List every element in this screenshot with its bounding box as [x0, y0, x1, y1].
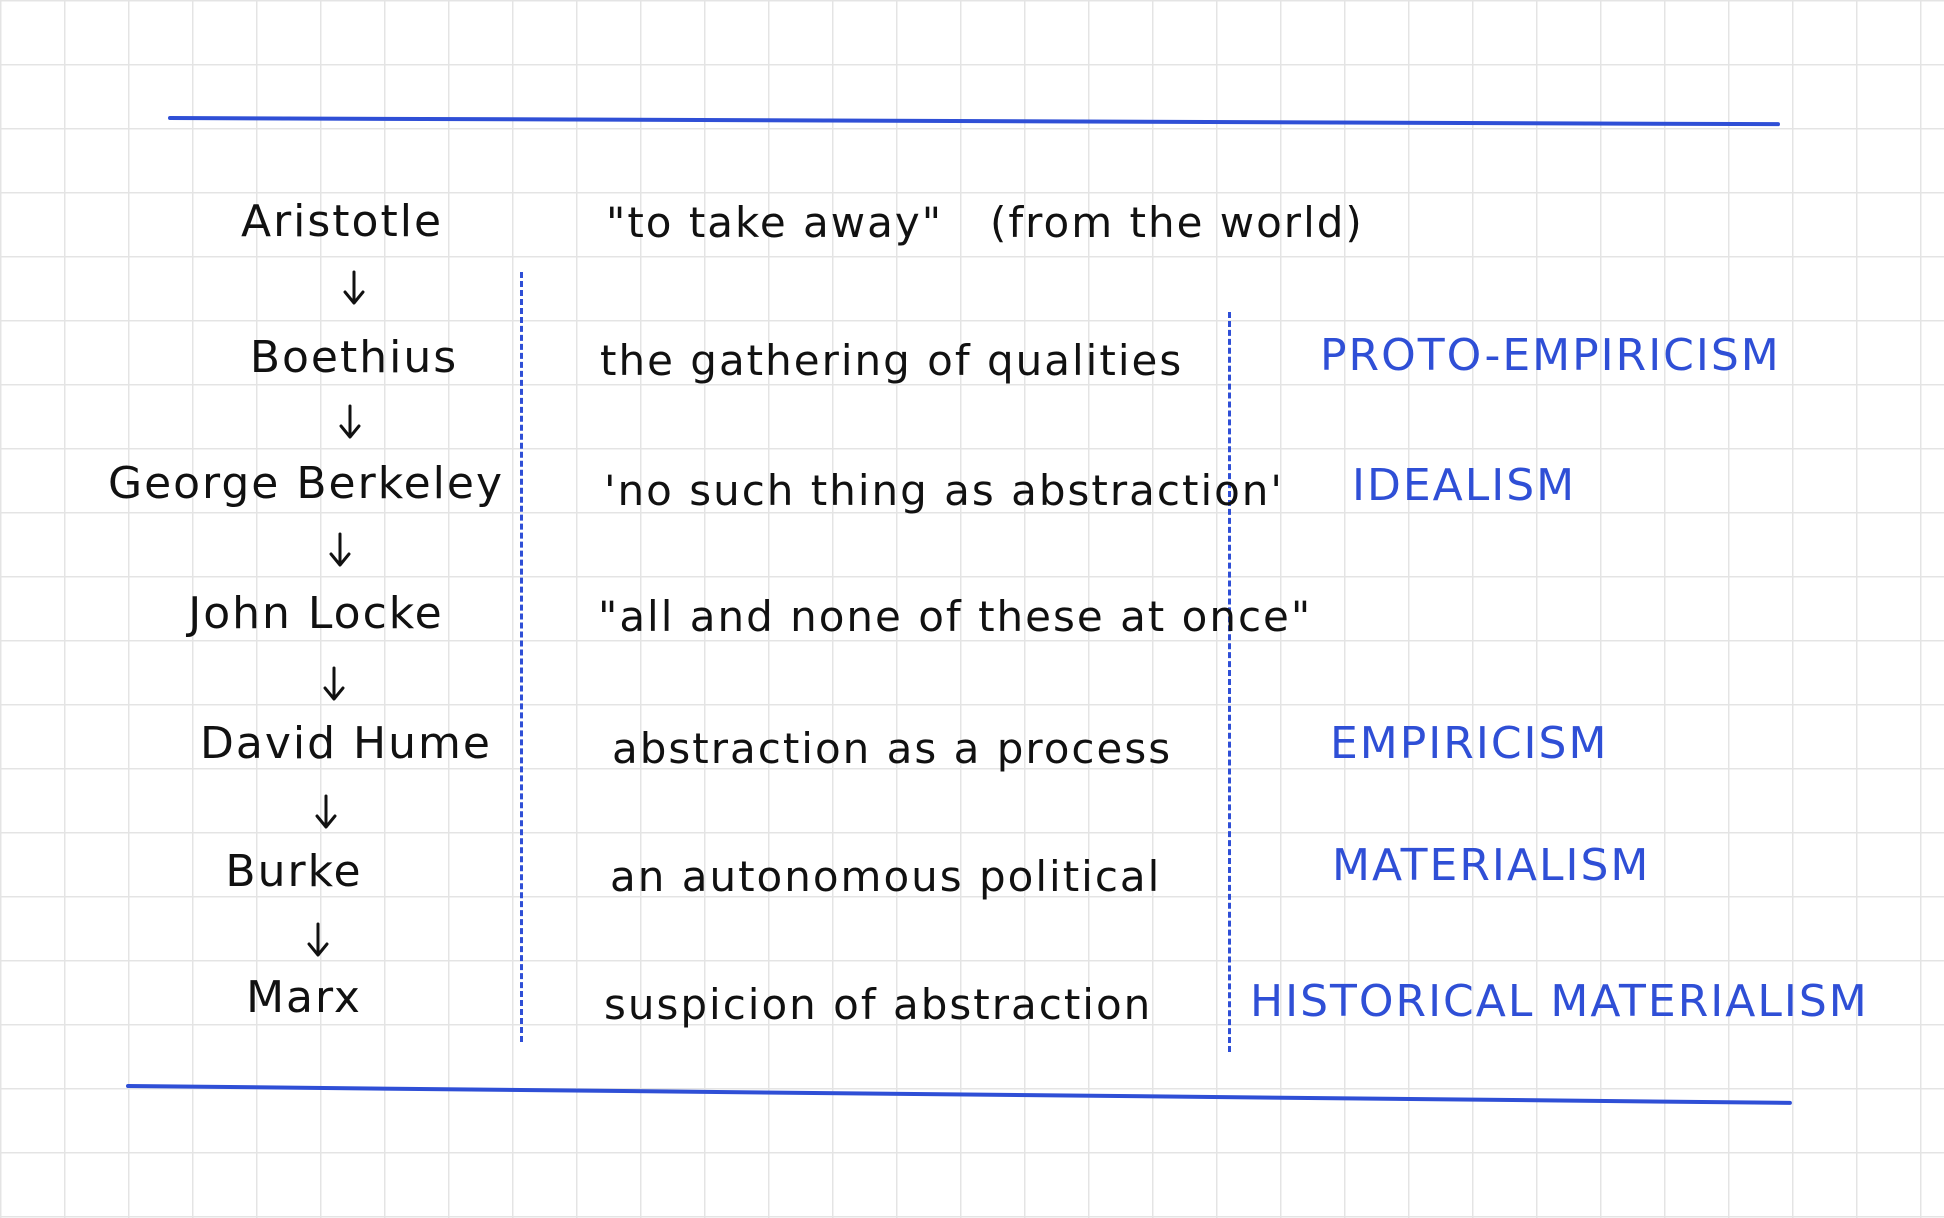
- philosopher-name: David Hume: [200, 718, 492, 769]
- note-row-1-aside: (from the world): [990, 198, 1364, 247]
- notebook-page: Aristotle Boethius George Berkeley John …: [0, 0, 1944, 1218]
- right-divider: [1228, 312, 1231, 1052]
- note-row-2: the gathering of qualities: [600, 336, 1184, 385]
- philosopher-name: Marx: [246, 972, 362, 1023]
- down-arrow-icon: [329, 532, 351, 567]
- bottom-rule: [125, 1084, 1792, 1105]
- down-arrow-icon: [323, 666, 345, 701]
- philosopher-name: Burke: [225, 846, 363, 897]
- down-arrow-icon: [339, 404, 361, 439]
- note-row-6: an autonomous political: [610, 852, 1162, 901]
- label-empiricism: EMPIRICISM: [1330, 718, 1609, 769]
- left-divider: [520, 272, 523, 1042]
- philosopher-name: George Berkeley: [107, 458, 505, 509]
- note-row-5: abstraction as a process: [612, 724, 1173, 773]
- note-row-7: suspicion of abstraction: [604, 980, 1153, 1029]
- down-arrow-icon: [343, 270, 365, 305]
- philosopher-name: John Locke: [188, 588, 444, 639]
- note-row-3: 'no such thing as abstraction': [604, 466, 1284, 515]
- down-arrow-icon: [307, 922, 329, 957]
- label-historical-materialism: HISTORICAL MATERIALISM: [1250, 976, 1869, 1027]
- label-idealism: IDEALISM: [1352, 460, 1577, 511]
- label-materialism: MATERIALISM: [1332, 840, 1651, 891]
- note-row-1: "to take away": [606, 198, 944, 247]
- philosopher-name: Boethius: [249, 332, 459, 383]
- label-proto-empiricism: PROTO-EMPIRICISM: [1320, 330, 1781, 381]
- down-arrow-icon: [315, 794, 337, 829]
- philosopher-name: Aristotle: [240, 196, 444, 247]
- top-rule: [167, 116, 1780, 127]
- note-row-4: "all and none of these at once": [598, 592, 1313, 641]
